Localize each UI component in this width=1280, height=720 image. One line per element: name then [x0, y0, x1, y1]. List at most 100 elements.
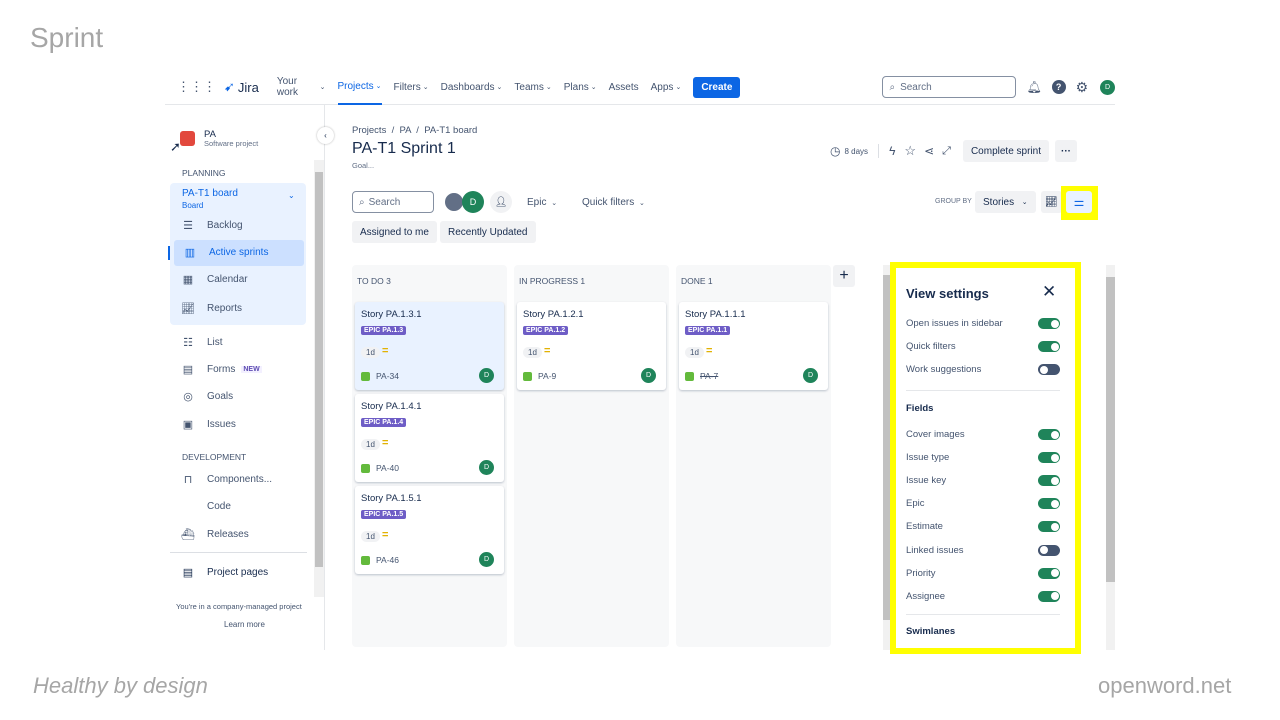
assignee-avatar[interactable]: D: [479, 552, 494, 567]
sidebar-scrollbar[interactable]: [314, 160, 324, 597]
issue-card[interactable]: Story PA.1.2.1 EPIC PA.1.2 1d = PA-9 D: [517, 302, 666, 390]
story-icon: [523, 371, 532, 381]
assignee-avatar[interactable]: D: [479, 460, 494, 475]
nav-item-dashboards[interactable]: Dashboards ⌄: [441, 70, 503, 105]
more-actions-button[interactable]: ···: [1054, 140, 1077, 162]
toggle-switch[interactable]: [1038, 341, 1060, 352]
sidebar-item-backlog[interactable]: ☰ Backlog: [181, 219, 243, 232]
panel-scrollbar[interactable]: [1106, 265, 1115, 650]
insights-button[interactable]: 📈︎: [1041, 191, 1062, 213]
card-title: Story PA.1.5.1: [361, 493, 422, 504]
toggle-switch[interactable]: [1038, 521, 1060, 533]
help-icon[interactable]: ?: [1051, 80, 1066, 94]
issue-card[interactable]: Story PA.1.3.1 EPIC PA.1.3 1d = PA-34 D: [355, 302, 504, 390]
sidebar-item-calendar[interactable]: ▦ Calendar: [181, 273, 248, 286]
epic-lozenge: EPIC PA.1.4: [361, 418, 407, 427]
breadcrumb-projects[interactable]: Projects: [352, 125, 386, 136]
app-switcher-icon[interactable]: ⋮⋮⋮: [177, 79, 216, 95]
breadcrumb-board[interactable]: PA-T1 board: [424, 125, 477, 136]
search-icon: ⌕: [359, 196, 365, 208]
nav-item-assets[interactable]: Assets: [609, 70, 639, 105]
learn-more-link[interactable]: Learn more: [224, 620, 265, 629]
assignee-avatar[interactable]: D: [641, 368, 656, 383]
sidebar-item-components[interactable]: ⊓ Components...: [181, 473, 272, 486]
board-scrollbar[interactable]: [883, 265, 890, 650]
toggle-switch[interactable]: [1038, 364, 1060, 375]
collapse-sidebar-button[interactable]: ‹: [317, 127, 334, 144]
project-type: Software project: [204, 139, 259, 148]
active-indicator: [168, 246, 170, 260]
chevron-down-icon[interactable]: ⌄: [288, 191, 295, 200]
issue-key[interactable]: PA-40: [376, 463, 399, 473]
issue-key[interactable]: PA-46: [376, 555, 399, 565]
sidebar-item-forms[interactable]: ▤ Forms NEW: [181, 363, 262, 376]
toggle-switch[interactable]: [1038, 475, 1060, 487]
assignee-avatar[interactable]: D: [479, 368, 494, 383]
fullscreen-icon[interactable]: ⤢: [942, 145, 951, 158]
jira-logo[interactable]: ➹ Jira: [224, 79, 259, 95]
user-avatar[interactable]: D: [1100, 79, 1115, 95]
board-search-input[interactable]: ⌕ Search: [352, 191, 434, 213]
setting-row: Open issues in sidebar: [906, 318, 1060, 329]
view-settings-panel: View settings ✕ Open issues in sidebar Qu…: [890, 262, 1081, 654]
sidebar-item-list[interactable]: ☷ List: [181, 336, 223, 349]
issues-icon: ▣: [182, 419, 194, 431]
toggle-switch[interactable]: [1038, 544, 1060, 556]
view-settings-button[interactable]: ⚌: [1066, 191, 1092, 213]
automation-icon[interactable]: ϟ: [889, 144, 895, 158]
filter-assigned-to-me[interactable]: Assigned to me: [352, 221, 437, 243]
epic-filter-dropdown[interactable]: Epic ⌄: [527, 197, 557, 208]
priority-medium-icon: =: [544, 345, 551, 357]
nav-item-apps[interactable]: Apps ⌄: [651, 70, 682, 105]
forms-icon: ▤: [182, 364, 194, 376]
toggle-switch[interactable]: [1038, 318, 1060, 329]
star-icon[interactable]: ☆: [904, 143, 916, 159]
board-name[interactable]: PA-T1 board: [182, 188, 238, 199]
sprint-goal[interactable]: Goal...: [352, 161, 374, 170]
add-column-button[interactable]: +: [833, 265, 855, 287]
toggle-switch[interactable]: [1038, 590, 1060, 602]
sidebar-item-issues[interactable]: ▣ Issues: [181, 418, 236, 431]
avatar-filter-d[interactable]: D: [462, 191, 484, 213]
assignee-avatar[interactable]: D: [803, 368, 818, 383]
issue-card[interactable]: Story PA.1.5.1 EPIC PA.1.5 1d = PA-46 D: [355, 486, 504, 574]
issue-key[interactable]: PA-7: [700, 371, 718, 381]
nav-item-your-work[interactable]: Your work ⌄: [277, 70, 326, 105]
nav-item-teams[interactable]: Teams ⌄: [514, 70, 551, 105]
goals-icon: ◎: [183, 391, 193, 403]
nav-item-plans[interactable]: Plans ⌄: [564, 70, 597, 105]
sidebar-item-project-pages[interactable]: ▤ Project pages: [181, 566, 268, 579]
issue-card[interactable]: Story PA.1.4.1 EPIC PA.1.4 1d = PA-40 D: [355, 394, 504, 482]
group-by-dropdown[interactable]: Stories ⌄: [975, 191, 1036, 213]
panel-title: View settings: [906, 286, 989, 301]
sidebar-item-releases[interactable]: ⛴︎ Releases: [181, 528, 249, 541]
notifications-icon[interactable]: 🔔︎: [1026, 80, 1041, 94]
slide-title: Sprint: [30, 22, 104, 53]
quick-filters-dropdown[interactable]: Quick filters ⌄: [582, 197, 645, 208]
breadcrumb-project[interactable]: PA: [400, 125, 411, 136]
create-button[interactable]: Create: [693, 76, 741, 98]
setting-row: Cover images: [906, 429, 1060, 440]
add-people-icon[interactable]: 👤︎: [490, 191, 512, 213]
issue-card[interactable]: Story PA.1.1.1 EPIC PA.1.1 1d = PA-7 D: [679, 302, 828, 390]
releases-icon: ⛴︎: [181, 529, 195, 541]
issue-key[interactable]: PA-9: [538, 371, 556, 381]
nav-item-filters[interactable]: Filters ⌄: [394, 70, 429, 105]
sidebar-item-code[interactable]: Code: [181, 501, 231, 512]
settings-icon[interactable]: ⚙: [1076, 79, 1089, 96]
divider: [906, 614, 1060, 615]
complete-sprint-button[interactable]: Complete sprint: [962, 140, 1049, 162]
share-icon[interactable]: ⋖: [924, 144, 934, 158]
toggle-switch[interactable]: [1038, 429, 1060, 440]
nav-item-projects[interactable]: Projects ⌄: [337, 70, 382, 105]
sidebar-item-goals[interactable]: ◎ Goals: [181, 390, 233, 403]
sidebar-item-activesprints[interactable]: ▥ Active sprints: [183, 246, 269, 259]
global-search-input[interactable]: ⌕ Search: [882, 76, 1017, 98]
toggle-switch[interactable]: [1038, 498, 1060, 510]
toggle-switch[interactable]: [1038, 567, 1060, 579]
toggle-switch[interactable]: [1038, 452, 1060, 464]
close-icon[interactable]: ✕: [1042, 282, 1056, 302]
filter-recently-updated[interactable]: Recently Updated: [440, 221, 536, 243]
issue-key[interactable]: PA-34: [376, 371, 399, 381]
sidebar-item-reports[interactable]: 📈︎ Reports: [181, 302, 242, 315]
